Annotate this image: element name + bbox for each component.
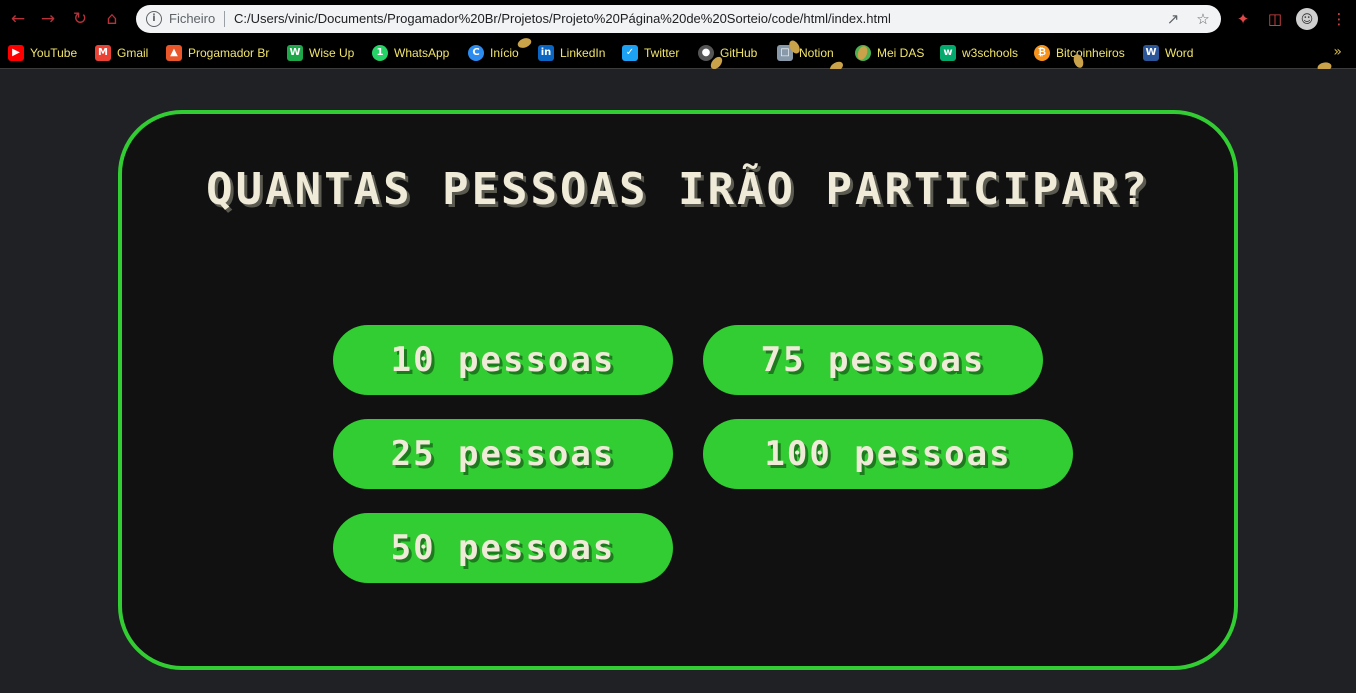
menu-kebab-icon[interactable]: ⋮ (1329, 9, 1349, 29)
address-url[interactable]: C:/Users/vinic/Documents/Progamador%20Br… (234, 11, 891, 26)
bookmark-twitter[interactable]: ✓ Twitter (622, 44, 679, 62)
raffle-card: Quantas pessoas irão participar? 10 pess… (118, 110, 1238, 670)
forward-arrow-icon[interactable]: → (38, 9, 58, 29)
address-divider (224, 11, 225, 27)
bookmark-progamador-br[interactable]: ▲ Progamador Br (166, 44, 269, 62)
bookmark-label: LinkedIn (560, 46, 606, 60)
linkedin-icon: in (538, 45, 554, 61)
page-viewport: Quantas pessoas irão participar? 10 pess… (0, 69, 1356, 693)
address-bar[interactable]: i Ficheiro C:/Users/vinic/Documents/Prog… (136, 5, 1221, 33)
option-100-pessoas-button[interactable]: 100 pessoas (703, 419, 1073, 489)
bookmark-label: Mei DAS (877, 46, 925, 60)
bookmark-label: Wise Up (309, 46, 355, 60)
wiseup-icon: W (287, 45, 303, 61)
bookmark-youtube[interactable]: ▶ YouTube (8, 44, 77, 62)
bookmark-label: Bitcoinheiros (1056, 46, 1125, 60)
bookmark-github[interactable]: ● GitHub (698, 44, 757, 62)
bookmark-inicio[interactable]: C Início (468, 44, 519, 62)
option-25-pessoas-button[interactable]: 25 pessoas (333, 419, 673, 489)
word-icon: W (1143, 45, 1159, 61)
option-10-pessoas-button[interactable]: 10 pessoas (333, 325, 673, 395)
browser-toolbar: ← → ↻ ⌂ i Ficheiro C:/Users/vinic/Docume… (0, 0, 1356, 38)
youtube-icon: ▶ (8, 45, 24, 61)
bookmarks-overflow-chevron-icon[interactable]: » (1333, 44, 1342, 60)
bookmark-whatsapp[interactable]: 1 WhatsApp (372, 44, 449, 62)
w3schools-icon: w (940, 45, 956, 61)
side-panel-icon[interactable]: ◫ (1265, 9, 1285, 29)
twitter-icon: ✓ (622, 45, 638, 61)
bookmark-label: w3schools (962, 46, 1019, 60)
bookmark-label: Word (1165, 46, 1194, 60)
page-title: Quantas pessoas irão participar? (206, 164, 1150, 215)
option-75-pessoas-button[interactable]: 75 pessoas (703, 325, 1043, 395)
extensions-puzzle-icon[interactable]: ✦ (1233, 9, 1253, 29)
share-icon[interactable]: ↗ (1163, 9, 1183, 29)
bookmark-label: WhatsApp (394, 46, 450, 60)
whatsapp-icon: 1 (372, 45, 388, 61)
gmail-icon: M (95, 45, 111, 61)
bookmark-w3schools[interactable]: w w3schools (940, 44, 1018, 62)
github-icon: ● (698, 45, 714, 61)
bookmark-label: GitHub (720, 46, 758, 60)
star-icon[interactable]: ☆ (1193, 9, 1213, 29)
bookmark-notion[interactable]: □ Notion (777, 44, 834, 62)
bookmark-label: Gmail (117, 46, 149, 60)
reload-icon[interactable]: ↻ (70, 9, 90, 29)
profile-avatar[interactable]: ☺ (1296, 8, 1318, 30)
bookmark-wise-up[interactable]: W Wise Up (287, 44, 354, 62)
bookmark-label: Twitter (644, 46, 680, 60)
bookmarks-bar: ▶ YouTube M Gmail ▲ Progamador Br W Wise Up … (0, 38, 1356, 69)
bookmark-label: Início (490, 46, 519, 60)
bookmark-label: Progamador Br (188, 46, 270, 60)
home-icon[interactable]: ⌂ (102, 9, 122, 29)
file-scheme-label: Ficheiro (169, 11, 216, 26)
bookmark-label: YouTube (30, 46, 78, 60)
bookmark-linkedin[interactable]: in LinkedIn (538, 44, 605, 62)
flame-icon: ▲ (166, 45, 182, 61)
bookmark-label: Notion (799, 46, 834, 60)
option-50-pessoas-button[interactable]: 50 pessoas (333, 513, 673, 583)
bookmark-gmail[interactable]: M Gmail (95, 44, 148, 62)
back-arrow-icon[interactable]: ← (8, 9, 28, 29)
inicio-icon: C (468, 45, 484, 61)
bitcoinheiros-icon: ₿ (1034, 45, 1050, 61)
bookmark-word[interactable]: W Word (1143, 44, 1193, 62)
info-icon[interactable]: i (146, 11, 162, 27)
